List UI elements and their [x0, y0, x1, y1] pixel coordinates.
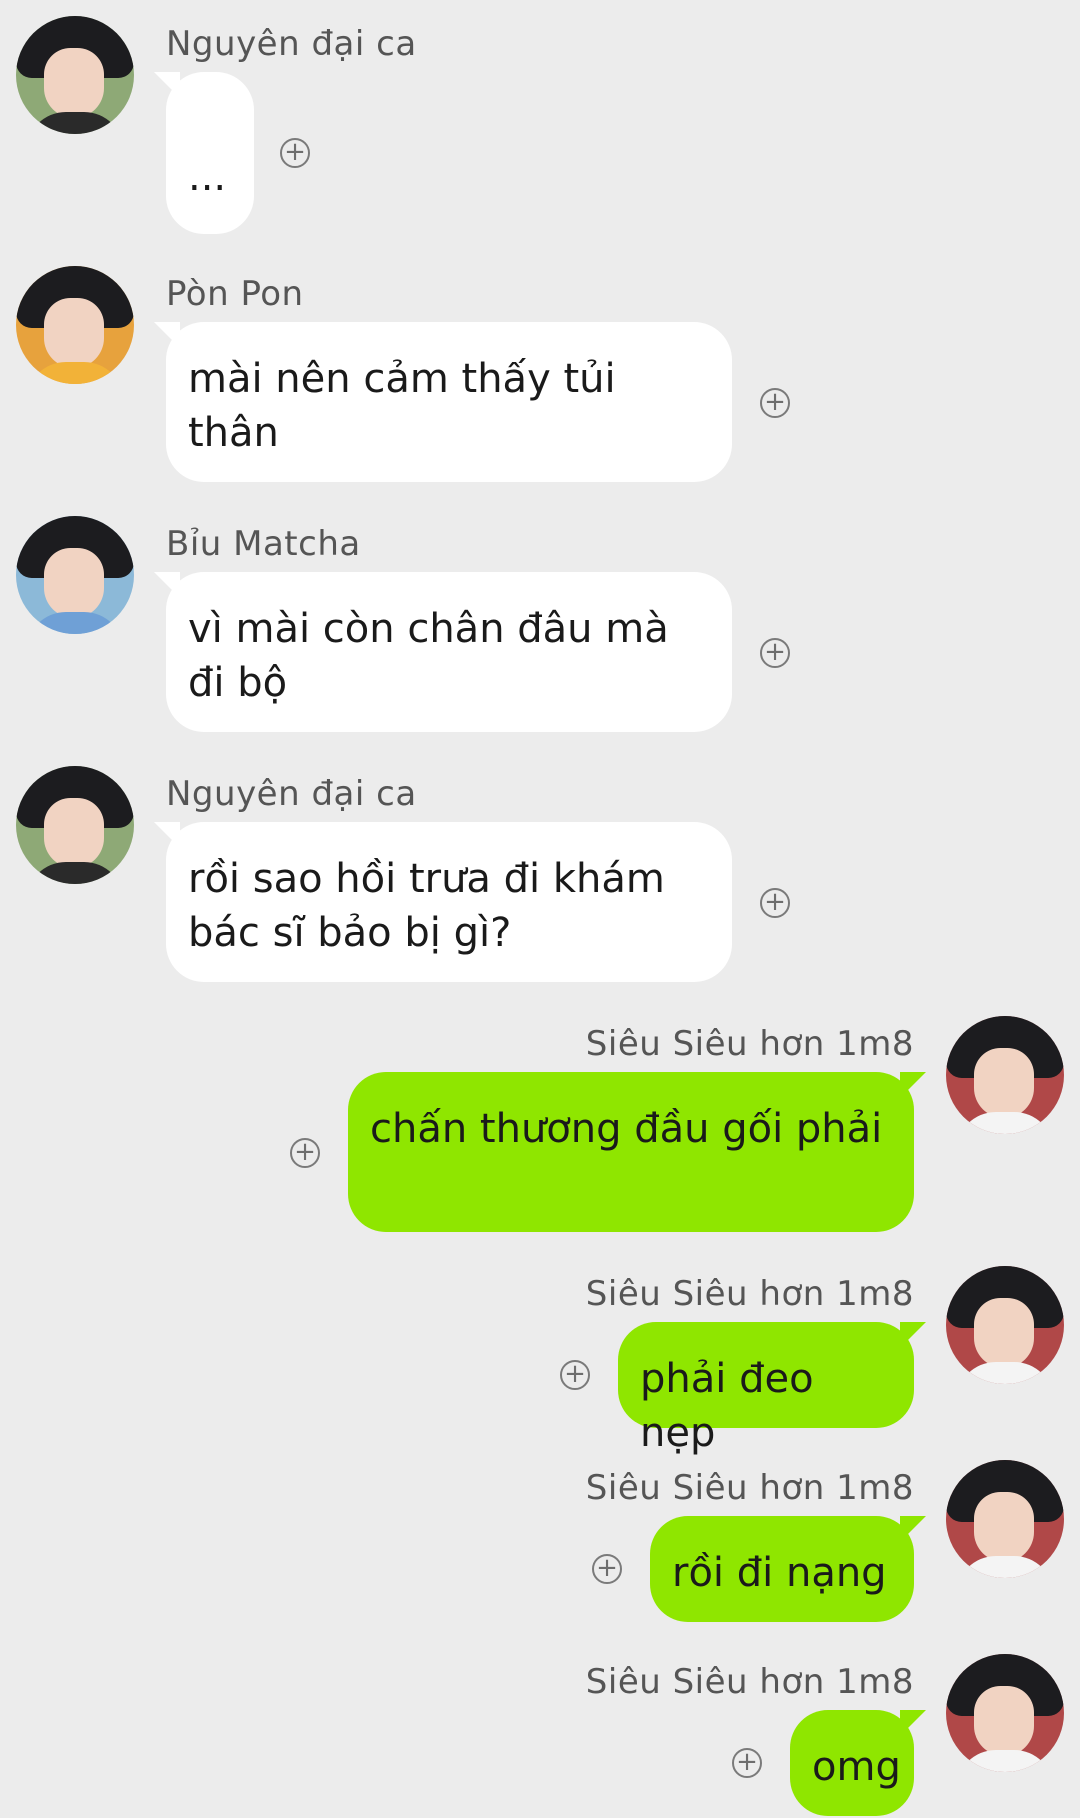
message-text: chấn thương đầu gối phải — [370, 1106, 883, 1152]
avatar[interactable] — [946, 1460, 1064, 1578]
sender-name: Pòn Pon — [166, 274, 304, 314]
message-bubble[interactable]: ... — [166, 72, 254, 234]
message-text: rồi đi nạng — [672, 1550, 887, 1596]
sender-name: Siêu Siêu hơn 1m8 — [585, 1274, 914, 1314]
message-text: mài nên cảm thấy tủi thân — [188, 356, 616, 456]
message-bubble[interactable]: mài nên cảm thấy tủi thân — [166, 322, 732, 482]
message-bubble[interactable]: phải đeo nẹp — [618, 1322, 914, 1456]
message-text: vì mài còn chân đâu mà đi bộ — [188, 606, 669, 706]
message-bubble[interactable]: rồi sao hồi trưa đi khám bác sĩ bảo bị g… — [166, 822, 732, 982]
add-reaction-icon[interactable]: + — [732, 1748, 762, 1778]
add-reaction-icon[interactable]: + — [560, 1360, 590, 1390]
message-bubble[interactable]: omg — [790, 1710, 914, 1816]
avatar[interactable] — [16, 16, 134, 134]
sender-name: Siêu Siêu hơn 1m8 — [585, 1662, 914, 1702]
add-reaction-icon[interactable]: + — [280, 138, 310, 168]
avatar[interactable] — [16, 516, 134, 634]
message-bubble[interactable]: chấn thương đầu gối phải — [348, 1072, 914, 1232]
sender-name: Nguyên đại ca — [166, 774, 417, 814]
avatar[interactable] — [946, 1266, 1064, 1384]
avatar[interactable] — [946, 1016, 1064, 1134]
add-reaction-icon[interactable]: + — [760, 638, 790, 668]
avatar[interactable] — [946, 1654, 1064, 1772]
message-text: phải đeo nẹp — [640, 1356, 814, 1456]
avatar[interactable] — [16, 766, 134, 884]
message-text: omg — [812, 1744, 901, 1790]
add-reaction-icon[interactable]: + — [290, 1138, 320, 1168]
add-reaction-icon[interactable]: + — [592, 1554, 622, 1584]
sender-name: Siêu Siêu hơn 1m8 — [585, 1468, 914, 1508]
message-bubble[interactable]: rồi đi nạng — [650, 1516, 914, 1622]
sender-name: Bỉu Matcha — [166, 524, 361, 564]
message-text: ... — [188, 154, 227, 200]
add-reaction-icon[interactable]: + — [760, 888, 790, 918]
add-reaction-icon[interactable]: + — [760, 388, 790, 418]
avatar[interactable] — [16, 266, 134, 384]
message-bubble[interactable]: vì mài còn chân đâu mà đi bộ — [166, 572, 732, 732]
sender-name: Siêu Siêu hơn 1m8 — [585, 1024, 914, 1064]
sender-name: Nguyên đại ca — [166, 24, 417, 64]
message-text: rồi sao hồi trưa đi khám bác sĩ bảo bị g… — [188, 856, 665, 956]
